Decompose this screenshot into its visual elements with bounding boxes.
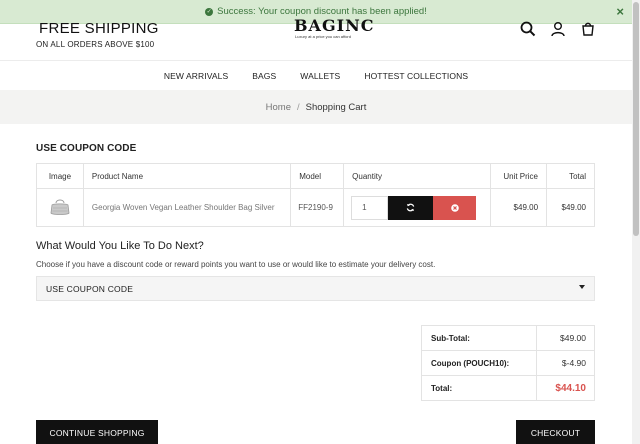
nav-hottest-collections[interactable]: HOTTEST COLLECTIONS: [364, 71, 468, 81]
total-label: Total:: [421, 375, 537, 401]
header-unit-price: Unit Price: [490, 163, 548, 189]
unit-price: $49.00: [490, 188, 548, 227]
quantity-input[interactable]: [351, 195, 389, 220]
search-icon[interactable]: [520, 21, 536, 37]
quantity-cell: [343, 188, 492, 227]
accordion-label: USE COUPON CODE: [46, 283, 134, 294]
coupon-label: Coupon (POUCH10):: [421, 350, 537, 376]
checkout-button[interactable]: CHECKOUT: [516, 420, 595, 444]
product-model: FF2190-9: [290, 188, 345, 227]
caret-down-icon: [579, 285, 585, 289]
page: ✓ Success: Your coupon discount has been…: [0, 0, 632, 444]
remove-button[interactable]: [433, 195, 477, 220]
nav-wallets[interactable]: WALLETS: [300, 71, 340, 81]
nav-new-arrivals[interactable]: NEW ARRIVALS: [164, 71, 228, 81]
logo[interactable]: BAGINC: [294, 18, 374, 34]
next-heading: What Would You Like To Do Next?: [36, 240, 204, 252]
table-row: Georgia Woven Vegan Leather Shoulder Bag…: [36, 188, 595, 227]
header-product-name: Product Name: [82, 163, 292, 189]
breadcrumb: Home / Shopping Cart: [0, 90, 632, 124]
subtotal-label: Sub-Total:: [421, 325, 537, 351]
nav-bags[interactable]: BAGS: [252, 71, 276, 81]
main-nav: NEW ARRIVALS BAGS WALLETS HOTTEST COLLEC…: [0, 60, 632, 90]
user-icon[interactable]: [550, 21, 566, 37]
total-value: $44.10: [536, 375, 595, 401]
subtotal-value: $49.00: [536, 325, 595, 351]
totals-row: Sub-Total: $49.00: [421, 325, 595, 351]
product-name-link[interactable]: Georgia Woven Vegan Leather Shoulder Bag…: [82, 188, 292, 227]
remove-circle-icon: [450, 203, 459, 212]
refresh-icon: [406, 203, 415, 212]
product-thumbnail[interactable]: [36, 188, 84, 227]
vertical-scrollbar[interactable]: [632, 0, 640, 444]
breadcrumb-home[interactable]: Home: [266, 102, 291, 113]
totals-row: Coupon (POUCH10): $-4.90: [421, 350, 595, 376]
check-circle-icon: ✓: [205, 7, 214, 16]
bag-image-icon: [50, 199, 70, 215]
next-description: Choose if you have a discount code or re…: [36, 260, 436, 269]
header-image: Image: [36, 163, 84, 189]
coupon-heading: USE COUPON CODE: [36, 143, 137, 154]
close-icon[interactable]: ×: [616, 5, 624, 18]
row-total: $49.00: [546, 188, 595, 227]
update-button[interactable]: [388, 195, 434, 220]
header-quantity: Quantity: [343, 163, 492, 189]
cart-table: Image Product Name Model Quantity Unit P…: [36, 163, 595, 227]
shipping-title: FREE SHIPPING: [39, 20, 159, 37]
header-total: Total: [546, 163, 595, 189]
totals-row: Total: $44.10: [421, 375, 595, 401]
continue-shopping-button[interactable]: CONTINUE SHOPPING: [36, 420, 158, 444]
totals-table: Sub-Total: $49.00 Coupon (POUCH10): $-4.…: [421, 325, 595, 401]
scrollbar-thumb[interactable]: [633, 2, 639, 236]
cart-header-row: Image Product Name Model Quantity Unit P…: [36, 163, 595, 189]
breadcrumb-separator: /: [296, 101, 300, 113]
coupon-value: $-4.90: [536, 350, 595, 376]
cart-icon[interactable]: [580, 21, 596, 37]
breadcrumb-current[interactable]: Shopping Cart: [306, 102, 367, 113]
shipping-subtitle: ON ALL ORDERS ABOVE $100: [36, 40, 155, 49]
coupon-accordion[interactable]: USE COUPON CODE: [36, 276, 595, 301]
logo-tagline: Luxury at a price you can afford: [295, 34, 351, 39]
header-model: Model: [290, 163, 345, 189]
